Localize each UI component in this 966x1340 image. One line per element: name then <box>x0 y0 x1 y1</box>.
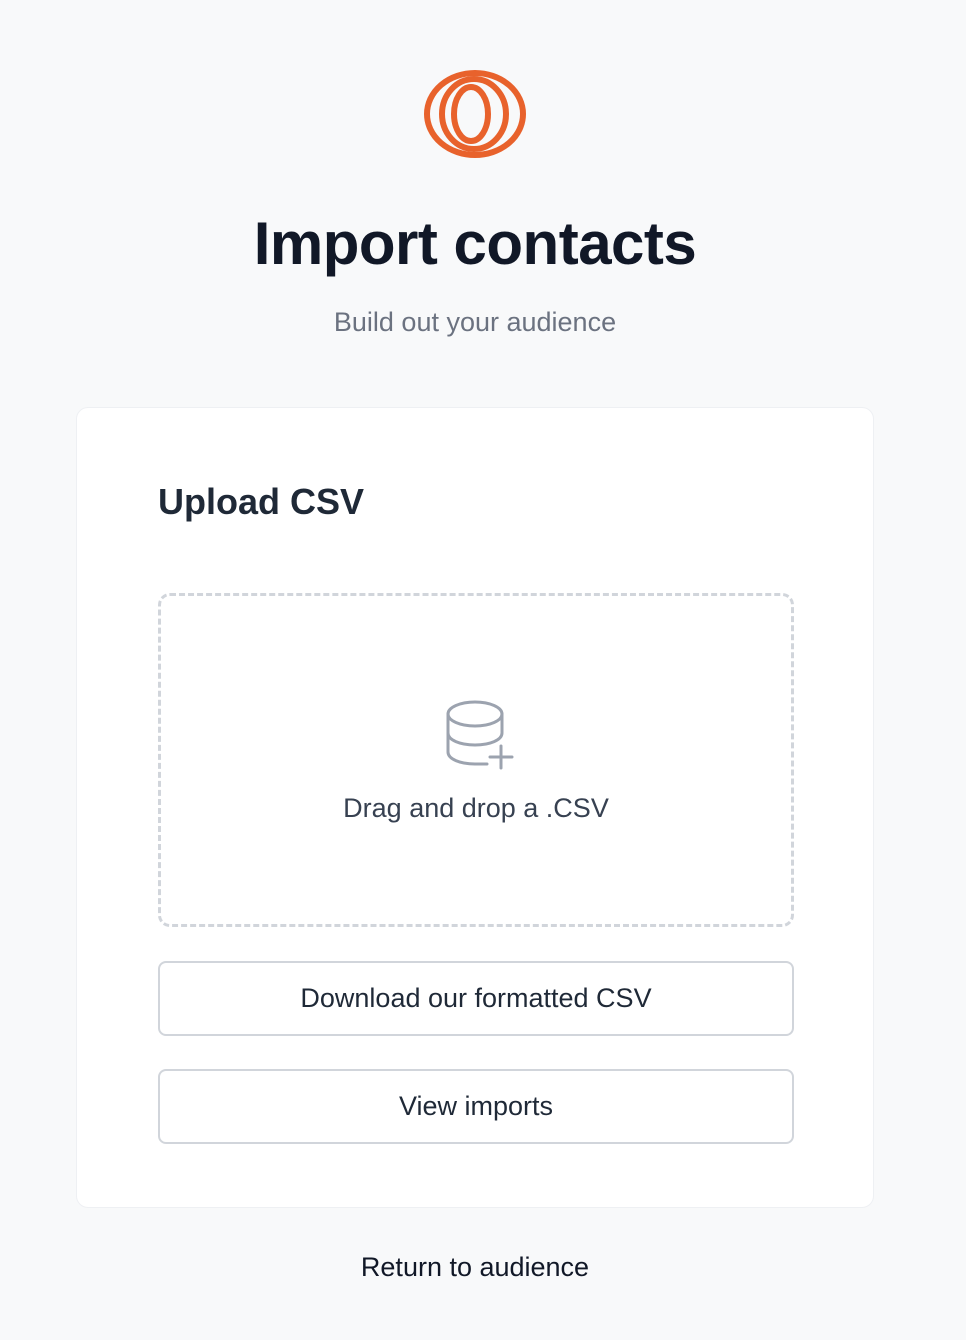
download-formatted-csv-button[interactable]: Download our formatted CSV <box>158 961 794 1036</box>
import-contacts-page: Import contacts Build out your audience … <box>0 0 966 1340</box>
dropzone-label: Drag and drop a .CSV <box>343 793 609 823</box>
return-to-audience-link[interactable]: Return to audience <box>0 1249 950 1285</box>
view-imports-button[interactable]: View imports <box>158 1069 794 1144</box>
page-title: Import contacts <box>253 210 697 277</box>
upload-csv-card: Upload CSV Drag and drop a .CSV Download… <box>76 407 874 1208</box>
page-subtitle: Build out your audience <box>333 307 617 337</box>
upload-csv-heading: Upload CSV <box>158 481 365 522</box>
database-add-icon <box>446 700 514 770</box>
concentric-rings-logo-icon <box>424 70 526 158</box>
csv-dropzone[interactable]: Drag and drop a .CSV <box>158 593 794 927</box>
